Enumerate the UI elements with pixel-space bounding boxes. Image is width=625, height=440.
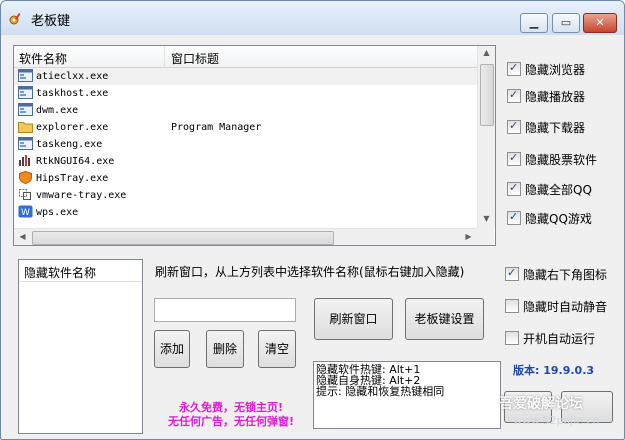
maximize-button[interactable]: ▭ <box>552 13 580 33</box>
checkbox-box[interactable] <box>507 210 521 225</box>
process-row[interactable]: atieclxx.exe <box>14 68 477 85</box>
checkbox-box[interactable] <box>507 151 521 166</box>
title-bar[interactable]: 老板键 ▁ ▭ ✕ <box>1 1 624 35</box>
process-list-header: 软件名称 窗口标题 <box>14 46 477 68</box>
promo-line: 永久免费，无锁主页! <box>178 401 284 414</box>
process-row[interactable]: RtkNGUI64.exe <box>14 153 477 170</box>
horizontal-scroll-thumb[interactable] <box>32 231 334 245</box>
app-window-icon <box>18 137 33 150</box>
checkbox-box[interactable] <box>507 61 521 76</box>
process-list[interactable]: 软件名称 窗口标题 atieclxx.exe taskhost.exe dwm.ex… <box>13 45 496 246</box>
audio-icon <box>18 154 33 167</box>
checkbox-label: 隐藏右下角图标 <box>523 268 608 282</box>
hotkey-line: 提示: 隐藏和恢复热键相同 <box>316 385 445 398</box>
scroll-down-icon[interactable]: ▼ <box>478 214 495 223</box>
minimize-button[interactable]: ▁ <box>520 13 548 33</box>
column-window-title[interactable]: 窗口标题 <box>171 50 219 67</box>
process-row[interactable]: HipsTray.exe <box>14 170 477 187</box>
process-name: dwm.exe <box>36 105 79 116</box>
app-window-icon <box>18 103 33 116</box>
scroll-up-icon[interactable]: ▲ <box>478 48 495 57</box>
process-name: atieclxx.exe <box>36 71 109 82</box>
scroll-corner <box>477 228 494 245</box>
version-label: 版本: 19.9.0.3 <box>513 364 595 377</box>
watermark-url: www.52pojie.cn <box>513 414 600 427</box>
boss-key-window: 老板键 ▁ ▭ ✕ 软件名称 窗口标题 atieclxx.exe taskhost… <box>0 0 625 440</box>
hidden-list-header: 隐藏软件名称 <box>19 260 142 282</box>
checkbox-label: 隐藏股票软件 <box>525 153 598 167</box>
wps-icon: W <box>18 205 33 218</box>
scroll-left-icon[interactable]: ◀ <box>14 232 31 241</box>
vertical-scroll-thumb[interactable] <box>480 64 494 126</box>
vertical-scrollbar[interactable]: ▲ ▼ <box>477 46 495 228</box>
app-key-icon <box>9 12 21 25</box>
process-name: taskhost.exe <box>36 88 109 99</box>
process-name: explorer.exe <box>36 122 109 133</box>
checkbox-label: 隐藏全部QQ <box>525 183 592 197</box>
add-button[interactable]: 添加 <box>154 330 190 368</box>
column-software-name[interactable]: 软件名称 <box>19 50 67 67</box>
checkbox-box[interactable] <box>505 266 519 281</box>
process-row[interactable]: dwm.exe <box>14 102 477 119</box>
process-row[interactable]: taskhost.exe <box>14 85 477 102</box>
checkbox-label: 隐藏QQ游戏 <box>525 212 592 226</box>
checkbox-box[interactable] <box>505 299 519 313</box>
clear-button[interactable]: 清空 <box>258 330 296 368</box>
process-window-title: Program Manager <box>171 122 262 133</box>
process-row[interactable]: vmware-tray.exe <box>14 187 477 204</box>
delete-button[interactable]: 删除 <box>206 330 244 368</box>
shield-icon <box>18 170 33 185</box>
window-title: 老板键 <box>31 14 71 29</box>
checkbox-label: 隐藏播放器 <box>525 90 586 104</box>
process-name: HipsTray.exe <box>36 173 109 184</box>
folder-icon <box>18 120 33 133</box>
boss-key-settings-button[interactable]: 老板键设置 <box>405 298 484 340</box>
maximize-icon: ▭ <box>560 16 572 29</box>
minimize-icon: ▁ <box>529 16 539 29</box>
vmware-icon <box>18 188 33 201</box>
close-button[interactable]: ✕ <box>583 13 617 33</box>
promo-line: 无任何广告，无任何弹窗! <box>167 415 295 428</box>
column-divider[interactable] <box>164 46 165 67</box>
checkbox-box[interactable] <box>507 119 521 134</box>
software-name-input[interactable] <box>154 298 296 322</box>
app-window-icon <box>18 69 33 82</box>
checkbox-label: 隐藏时自动静音 <box>523 300 608 314</box>
checkbox-label: 隐藏下载器 <box>525 121 586 135</box>
hidden-software-list[interactable]: 隐藏软件名称 <box>18 259 143 434</box>
checkbox-box[interactable] <box>505 331 519 345</box>
checkbox-label: 开机自动运行 <box>523 332 596 346</box>
process-row[interactable]: taskeng.exe <box>14 136 477 153</box>
checkbox-box[interactable] <box>507 88 521 103</box>
process-name: RtkNGUI64.exe <box>36 156 115 167</box>
checkbox-box[interactable] <box>507 181 521 196</box>
watermark-text: 吾爱破解论坛 <box>499 396 583 412</box>
checkbox-label: 隐藏浏览器 <box>525 63 586 77</box>
horizontal-scrollbar[interactable]: ◀ ▶ <box>14 228 477 245</box>
close-icon: ✕ <box>595 16 605 29</box>
process-list-rows: atieclxx.exe taskhost.exe dwm.exe explorer.… <box>14 68 477 228</box>
process-name: vmware-tray.exe <box>36 190 127 201</box>
app-window-icon <box>18 86 33 99</box>
hotkey-info-box[interactable]: 隐藏软件热键: Alt+1 隐藏自身热键: Alt+2 提示: 隐藏和恢复热键相同 <box>313 361 501 429</box>
svg-text:W: W <box>21 208 30 218</box>
process-name: wps.exe <box>36 207 79 218</box>
process-row[interactable]: explorer.exe Program Manager <box>14 119 477 136</box>
process-name: taskeng.exe <box>36 139 103 150</box>
process-row[interactable]: Wwps.exe <box>14 204 477 221</box>
instruction-text: 刷新窗口，从上方列表中选择软件名称(鼠标右键加入隐藏) <box>155 265 465 279</box>
promo-text: 永久免费，无锁主页! 无任何广告，无任何弹窗! <box>151 401 311 429</box>
refresh-window-button[interactable]: 刷新窗口 <box>314 298 393 340</box>
scroll-right-icon[interactable]: ▶ <box>460 232 477 241</box>
hidden-list-header-label[interactable]: 隐藏软件名称 <box>24 264 96 281</box>
